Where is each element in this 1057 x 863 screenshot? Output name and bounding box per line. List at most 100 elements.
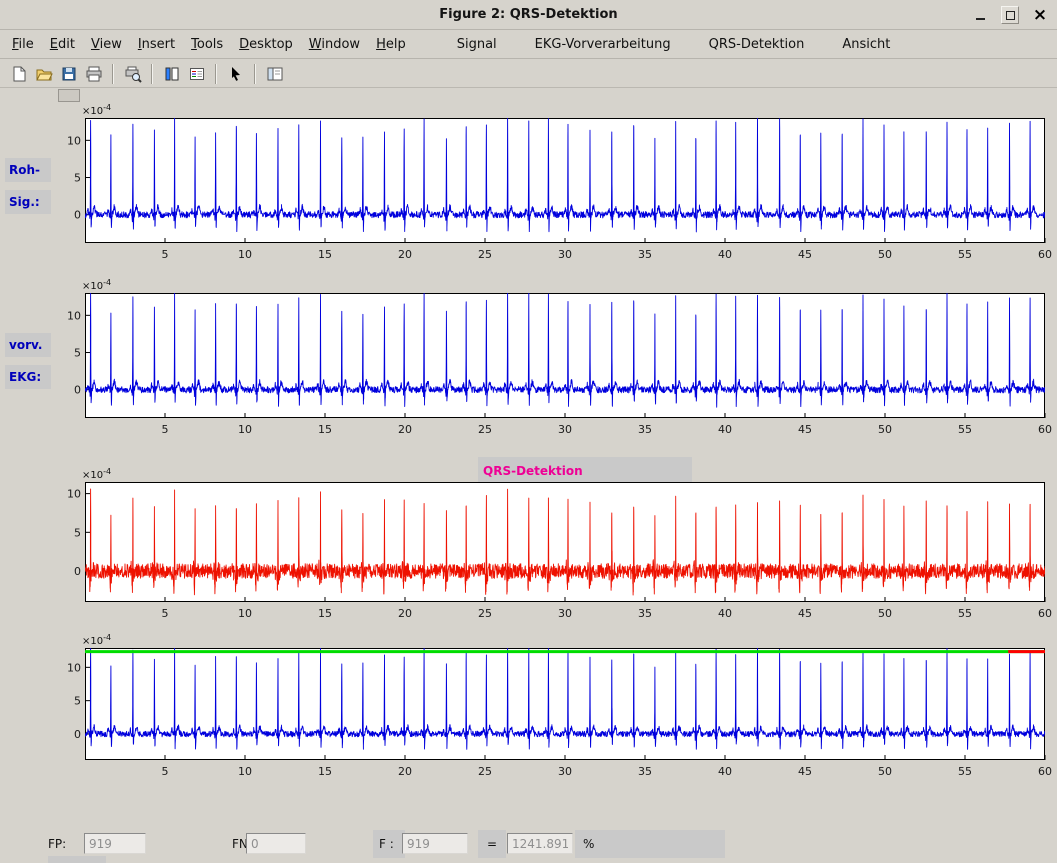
axes-box xyxy=(86,649,1045,760)
axes-box xyxy=(86,119,1045,243)
x-tick-label: 25 xyxy=(478,423,492,436)
x-tick-label: 45 xyxy=(798,607,812,620)
property-editor-icon[interactable] xyxy=(263,62,286,85)
menu-edit[interactable]: Edit xyxy=(42,37,83,52)
menu-qrs-detektion[interactable]: QRS-Detektion xyxy=(690,37,824,52)
toolbar-separator xyxy=(254,64,256,84)
plot-qrs-detektion: ×10-4510152025303540455055600510 xyxy=(55,466,1055,628)
detektion-result-chart: ×10-4510152025303540455055600510 xyxy=(55,632,1055,782)
minimize-icon xyxy=(976,11,985,20)
insert-colorbar-icon[interactable] xyxy=(160,62,183,85)
f-label: F : xyxy=(379,837,394,851)
x-tick-label: 50 xyxy=(878,248,892,261)
x-tick-label: 55 xyxy=(958,248,972,261)
x-tick-label: 10 xyxy=(238,248,252,261)
x-tick-label: 20 xyxy=(398,248,412,261)
window-controls: × xyxy=(971,0,1049,30)
menu-right-group: Signal EKG-Vorverarbeitung QRS-Detektion… xyxy=(438,37,910,52)
x-tick-label: 50 xyxy=(878,765,892,778)
x-tick-label: 15 xyxy=(318,765,332,778)
x-tick-label: 50 xyxy=(878,607,892,620)
x-tick-label: 60 xyxy=(1038,423,1052,436)
menu-window[interactable]: Window xyxy=(301,37,368,52)
menu-desktop[interactable]: Desktop xyxy=(231,37,301,52)
y-tick-label: 5 xyxy=(74,172,81,185)
y-tick-label: 0 xyxy=(74,209,81,222)
x-tick-label: 25 xyxy=(478,248,492,261)
bottom-cut-panel xyxy=(48,856,106,863)
f-label-box: F : xyxy=(373,830,405,858)
plot-roh-signal: ×10-4510152025303540455055600510 xyxy=(55,102,1055,269)
ratio-field[interactable] xyxy=(507,833,573,854)
x-tick-label: 40 xyxy=(718,248,732,261)
plot-vorv-ekg: ×10-4510152025303540455055600510 xyxy=(55,277,1055,444)
x-tick-label: 60 xyxy=(1038,248,1052,261)
x-tick-label: 30 xyxy=(558,607,572,620)
menu-tools[interactable]: Tools xyxy=(183,37,231,52)
toolbar-separator xyxy=(151,64,153,84)
close-icon: × xyxy=(1033,6,1047,24)
close-button[interactable]: × xyxy=(1031,6,1049,24)
maximize-button[interactable] xyxy=(1001,6,1019,24)
toolbar-separator xyxy=(112,64,114,84)
x-tick-label: 35 xyxy=(638,607,652,620)
label-ekg: EKG: xyxy=(5,365,51,389)
axes-box xyxy=(86,483,1045,602)
print-preview-icon[interactable] xyxy=(121,62,144,85)
y-scale-label: ×10-4 xyxy=(82,467,111,481)
fn-field[interactable] xyxy=(246,833,306,854)
insert-legend-icon[interactable] xyxy=(185,62,208,85)
minimize-button[interactable] xyxy=(971,6,989,24)
plot-detektion-result: ×10-4510152025303540455055600510 xyxy=(55,632,1055,786)
y-tick-label: 5 xyxy=(74,347,81,360)
x-tick-label: 30 xyxy=(558,423,572,436)
x-tick-label: 50 xyxy=(878,423,892,436)
titlebar: Figure 2: QRS-Detektion × xyxy=(0,0,1057,30)
label-sig: Sig.: xyxy=(5,190,51,214)
x-tick-label: 30 xyxy=(558,248,572,261)
pointer-icon[interactable] xyxy=(224,62,247,85)
fp-label: FP: xyxy=(48,837,66,851)
x-tick-label: 60 xyxy=(1038,765,1052,778)
menu-view[interactable]: View xyxy=(83,37,130,52)
x-tick-label: 45 xyxy=(798,423,812,436)
roh-signal-chart: ×10-4510152025303540455055600510 xyxy=(55,102,1055,265)
menu-signal[interactable]: Signal xyxy=(438,37,516,52)
x-tick-label: 15 xyxy=(318,423,332,436)
y-tick-label: 10 xyxy=(67,488,81,501)
percent-label: % xyxy=(583,837,594,851)
x-tick-label: 20 xyxy=(398,423,412,436)
x-tick-label: 25 xyxy=(478,607,492,620)
y-tick-label: 0 xyxy=(74,728,81,741)
f-field[interactable] xyxy=(402,833,468,854)
x-tick-label: 45 xyxy=(798,248,812,261)
x-tick-label: 20 xyxy=(398,765,412,778)
x-tick-label: 45 xyxy=(798,765,812,778)
menu-left-group: File Edit View Insert Tools Desktop Wind… xyxy=(4,37,414,52)
small-widget xyxy=(58,89,80,102)
x-tick-label: 40 xyxy=(718,423,732,436)
print-icon[interactable] xyxy=(82,62,105,85)
x-tick-label: 5 xyxy=(162,607,169,620)
x-tick-label: 60 xyxy=(1038,607,1052,620)
menu-insert[interactable]: Insert xyxy=(130,37,183,52)
y-scale-label: ×10-4 xyxy=(82,278,111,292)
y-tick-label: 0 xyxy=(74,565,81,578)
open-folder-icon[interactable] xyxy=(32,62,55,85)
menu-ekg-vorverarbeitung[interactable]: EKG-Vorverarbeitung xyxy=(516,37,690,52)
save-icon[interactable] xyxy=(57,62,80,85)
x-tick-label: 35 xyxy=(638,765,652,778)
menu-ansicht[interactable]: Ansicht xyxy=(823,37,909,52)
x-tick-label: 25 xyxy=(478,765,492,778)
new-file-icon[interactable] xyxy=(7,62,30,85)
window-title: Figure 2: QRS-Detektion xyxy=(0,0,1057,30)
vorv-ekg-chart: ×10-4510152025303540455055600510 xyxy=(55,277,1055,440)
menu-help[interactable]: Help xyxy=(368,37,414,52)
fp-field[interactable] xyxy=(84,833,146,854)
menu-file[interactable]: File xyxy=(4,37,42,52)
x-tick-label: 10 xyxy=(238,765,252,778)
percent-box: % xyxy=(575,830,725,858)
y-tick-label: 10 xyxy=(67,134,81,147)
x-tick-label: 10 xyxy=(238,423,252,436)
x-tick-label: 5 xyxy=(162,423,169,436)
